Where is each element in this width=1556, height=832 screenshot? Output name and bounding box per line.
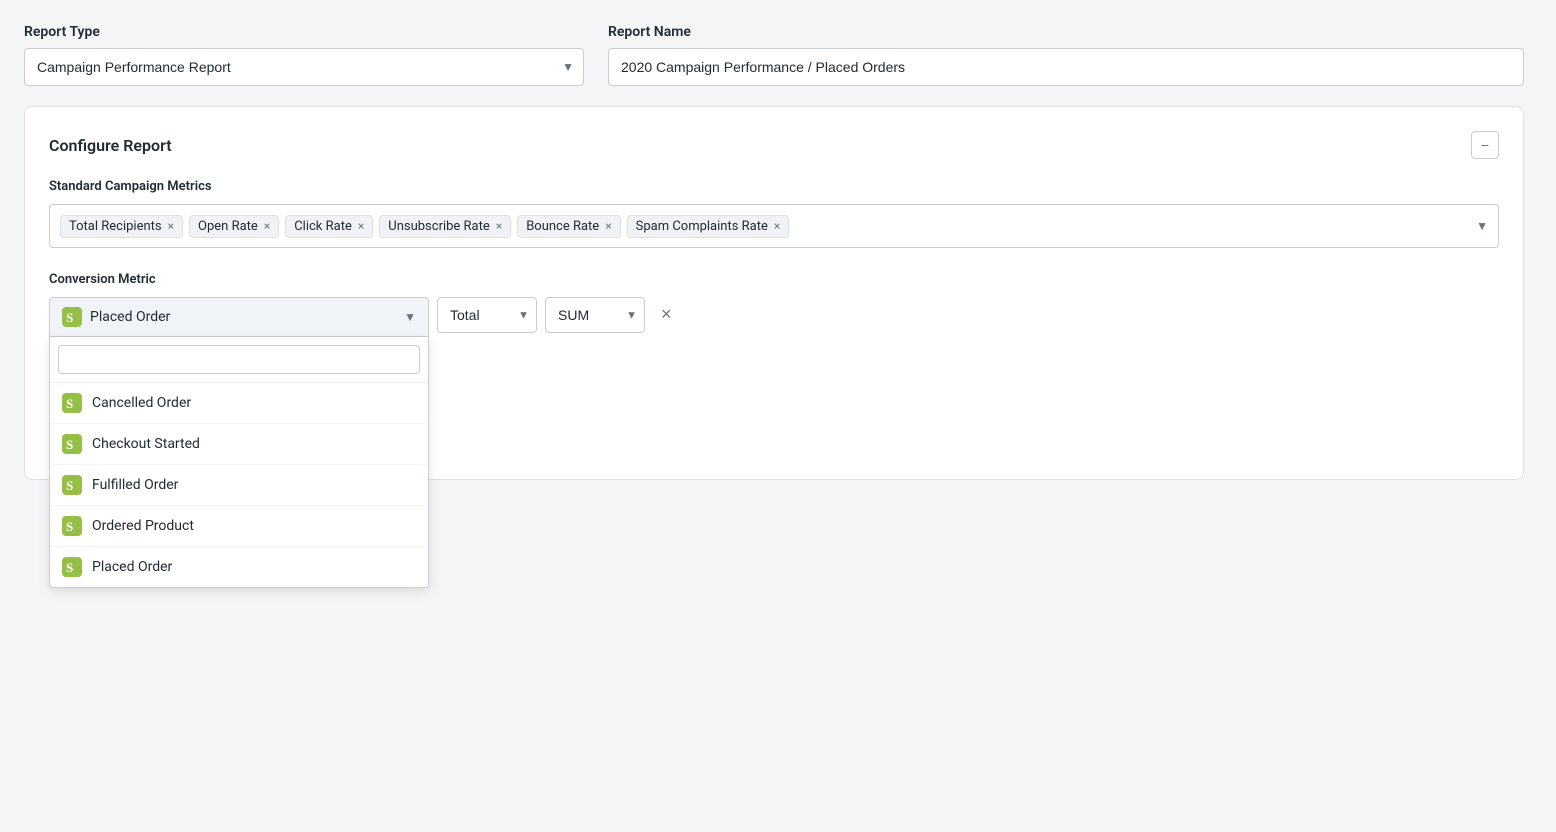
metric-tag-close-open_rate[interactable]: ×	[264, 220, 270, 232]
sum-select-wrapper: SUM ▼	[545, 297, 645, 333]
svg-text:S: S	[66, 396, 73, 411]
dropdown-search-wrapper	[50, 337, 428, 383]
report-type-select[interactable]: Campaign Performance Report	[24, 48, 584, 86]
configure-header: Configure Report −	[49, 131, 1499, 159]
metrics-dropdown-chevron-icon[interactable]: ▼	[1476, 219, 1488, 233]
standard-metrics-section: Standard Campaign Metrics Total Recipien…	[49, 179, 1499, 248]
metric-tag-close-bounce_rate[interactable]: ×	[605, 220, 611, 232]
shopify-icon-ordered_product: S	[62, 516, 82, 536]
metric-tag-label-unsubscribe_rate: Unsubscribe Rate	[388, 219, 490, 234]
conversion-metric-section: Conversion Metric S Placed Order ▼	[49, 272, 1499, 381]
dropdown-item-cancelled_order[interactable]: S Cancelled Order	[50, 383, 428, 424]
metric-tag-label-open_rate: Open Rate	[198, 219, 258, 234]
svg-text:S: S	[66, 519, 73, 534]
collapse-button[interactable]: −	[1471, 131, 1499, 159]
metric-tag-label-click_rate: Click Rate	[294, 219, 352, 234]
shopify-icon-cancelled_order: S	[62, 393, 82, 413]
conversion-dropdown-menu: S Cancelled Order S Checkout Started S F…	[49, 337, 429, 588]
metric-tag-label-spam_complaints_rate: Spam Complaints Rate	[636, 219, 768, 234]
total-select[interactable]: Total	[437, 297, 537, 333]
dropdown-item-checkout_started[interactable]: S Checkout Started	[50, 424, 428, 465]
configure-card: Configure Report − Standard Campaign Met…	[24, 106, 1524, 480]
report-name-label: Report Name	[608, 24, 1524, 40]
sum-select[interactable]: SUM	[545, 297, 645, 333]
report-type-group: Report Type Campaign Performance Report …	[24, 24, 584, 86]
svg-text:S: S	[66, 478, 73, 493]
top-section: Report Type Campaign Performance Report …	[24, 24, 1524, 86]
dropdown-item-label-fulfilled_order: Fulfilled Order	[92, 477, 178, 493]
metric-tag-close-spam_complaints_rate[interactable]: ×	[774, 220, 780, 232]
shopify-icon-fulfilled_order: S	[62, 475, 82, 495]
dropdown-item-label-cancelled_order: Cancelled Order	[92, 395, 191, 411]
metric-tag-click_rate: Click Rate ×	[285, 215, 373, 238]
metric-tag-close-unsubscribe_rate[interactable]: ×	[496, 220, 502, 232]
metrics-container: Total Recipients×Open Rate×Click Rate×Un…	[49, 204, 1499, 248]
report-type-label: Report Type	[24, 24, 584, 40]
svg-text:S: S	[66, 560, 73, 575]
metric-tag-close-click_rate[interactable]: ×	[358, 220, 364, 232]
remove-conversion-button[interactable]: ×	[653, 297, 680, 331]
page-wrapper: Report Type Campaign Performance Report …	[24, 24, 1524, 480]
report-name-group: Report Name	[608, 24, 1524, 86]
collapse-icon: −	[1481, 137, 1489, 153]
metric-tag-unsubscribe_rate: Unsubscribe Rate ×	[379, 215, 511, 238]
conversion-dropdown-trigger[interactable]: S Placed Order ▼	[49, 297, 429, 337]
conversion-dropdown-wrapper: S Placed Order ▼ S Cancelled Order	[49, 297, 429, 337]
dropdown-item-label-placed_order: Placed Order	[92, 559, 172, 575]
report-name-input[interactable]	[608, 48, 1524, 86]
svg-text:S: S	[66, 310, 73, 325]
metric-tag-label-total_recipients: Total Recipients	[69, 219, 162, 234]
dropdown-item-placed_order[interactable]: S Placed Order	[50, 547, 428, 587]
metric-tag-total_recipients: Total Recipients ×	[60, 215, 183, 238]
dropdown-item-label-ordered_product: Ordered Product	[92, 518, 194, 534]
metric-tag-spam_complaints_rate: Spam Complaints Rate ×	[627, 215, 790, 238]
total-select-wrapper: Total ▼	[437, 297, 537, 333]
conversion-metric-label: Conversion Metric	[49, 272, 1499, 287]
standard-metrics-label: Standard Campaign Metrics	[49, 179, 1499, 194]
shopify-icon-placed_order: S	[62, 557, 82, 577]
conversion-dropdown-chevron-icon: ▼	[404, 310, 416, 324]
report-type-select-wrapper: Campaign Performance Report ▼	[24, 48, 584, 86]
dropdown-item-ordered_product[interactable]: S Ordered Product	[50, 506, 428, 547]
conversion-row: S Placed Order ▼ S Cancelled Order	[49, 297, 1499, 337]
metric-tag-bounce_rate: Bounce Rate ×	[517, 215, 620, 238]
dropdown-item-label-checkout_started: Checkout Started	[92, 436, 200, 452]
shopify-icon-checkout_started: S	[62, 434, 82, 454]
metric-tag-label-bounce_rate: Bounce Rate	[526, 219, 599, 234]
conversion-selected-value: Placed Order	[90, 309, 396, 325]
dropdown-search-input[interactable]	[58, 345, 420, 374]
metric-tag-open_rate: Open Rate ×	[189, 215, 279, 238]
metric-tag-close-total_recipients[interactable]: ×	[168, 220, 174, 232]
dropdown-item-fulfilled_order[interactable]: S Fulfilled Order	[50, 465, 428, 506]
configure-title: Configure Report	[49, 136, 172, 155]
svg-text:S: S	[66, 437, 73, 452]
shopify-icon: S	[62, 307, 82, 327]
